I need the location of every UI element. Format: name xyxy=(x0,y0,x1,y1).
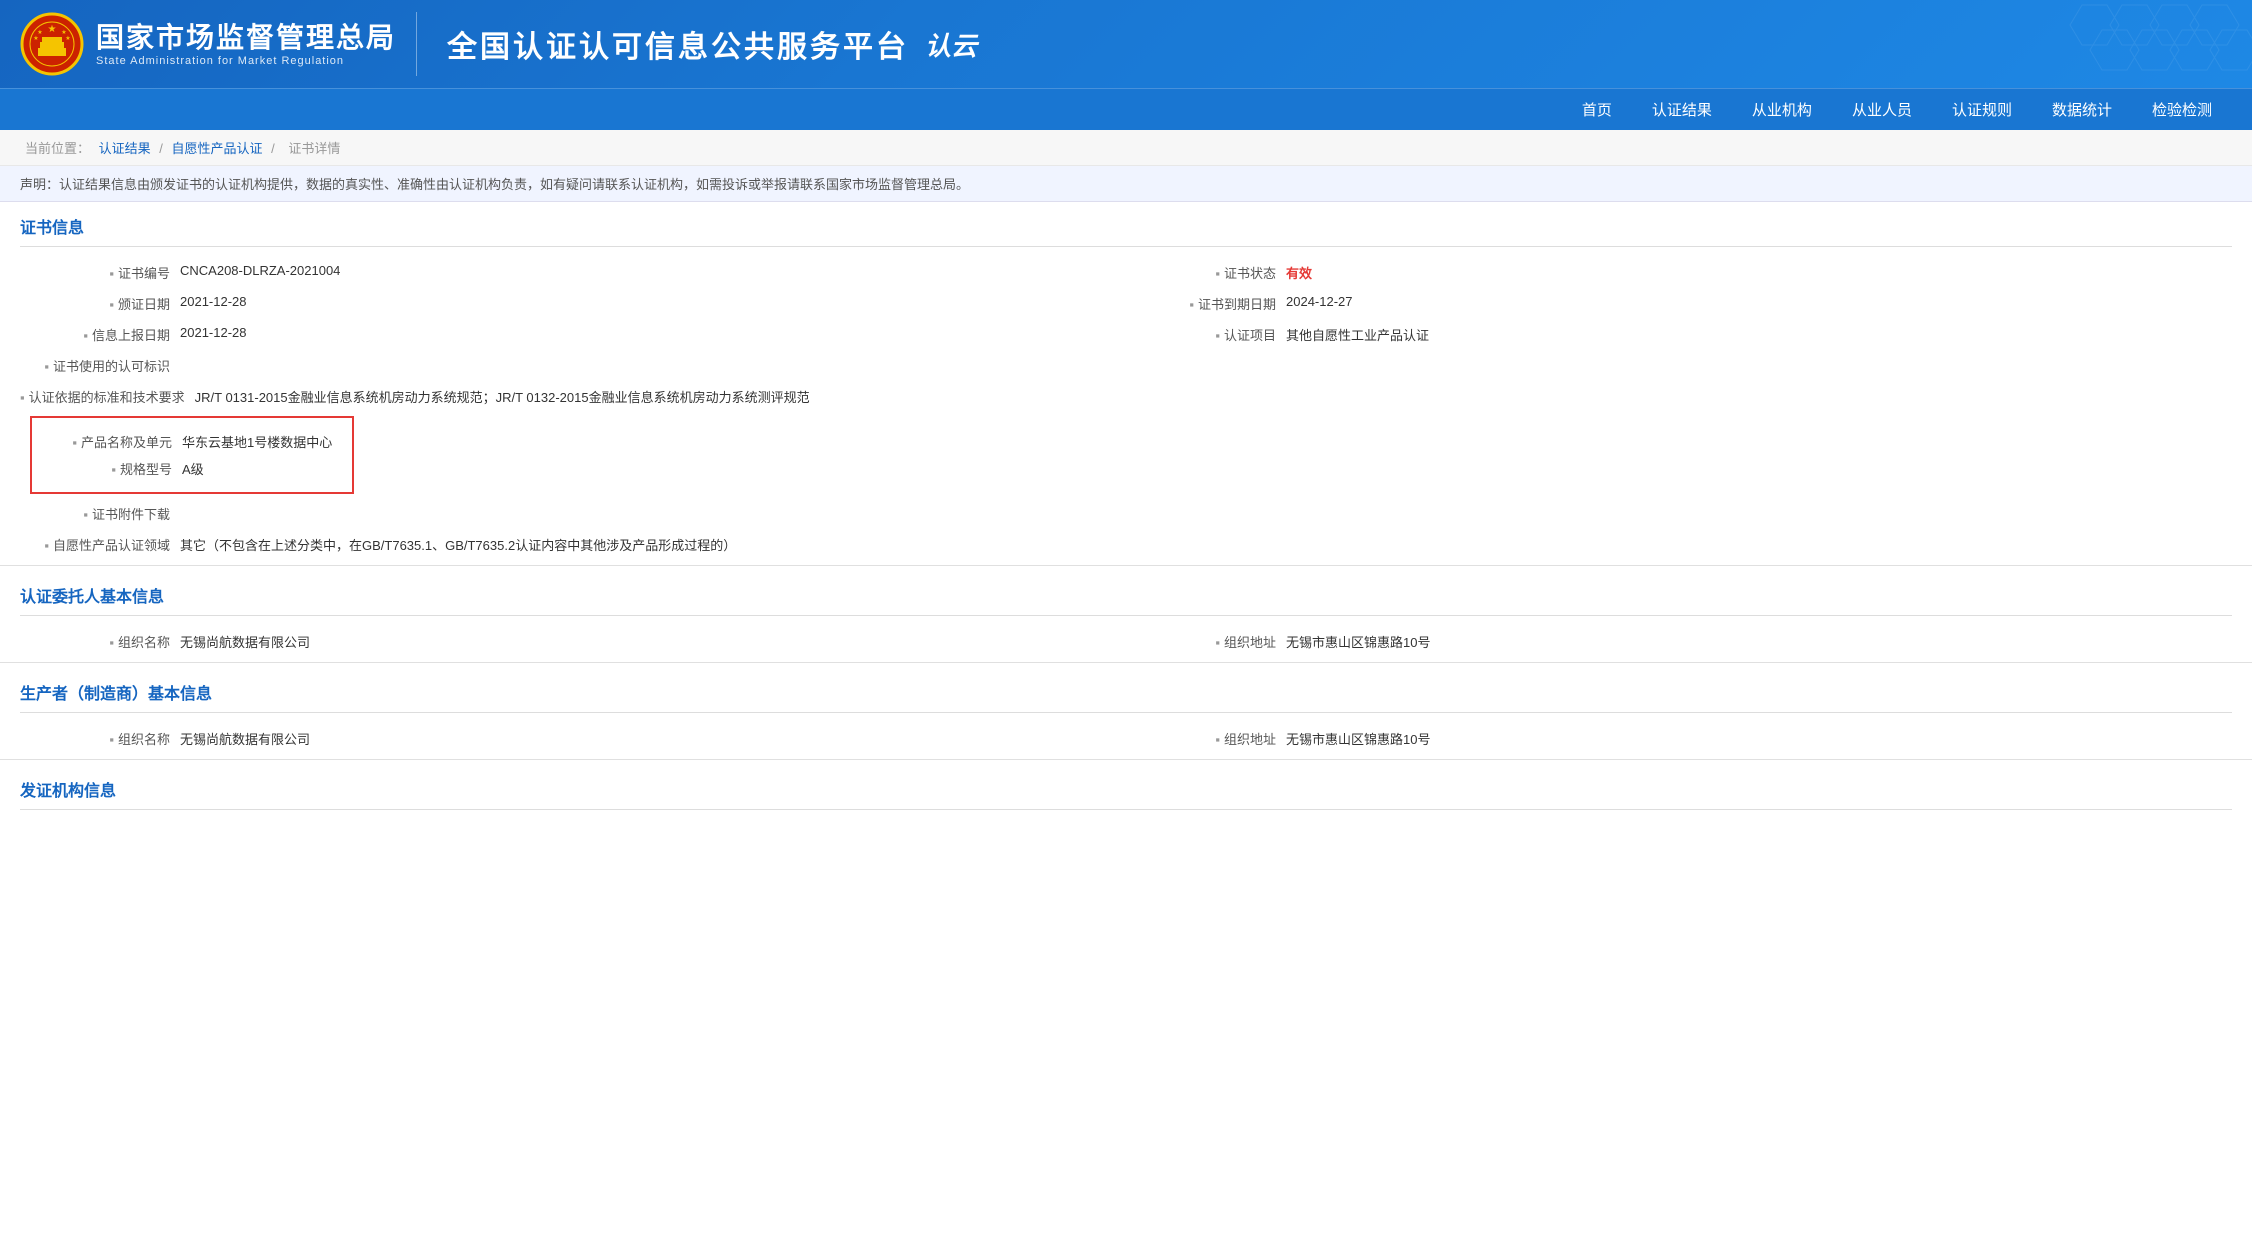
product-name-label: 产品名称及单元 xyxy=(52,432,182,451)
product-name-value: 华东云基地1号楼数据中心 xyxy=(182,432,332,451)
cert-status-label: 证书状态 xyxy=(1126,263,1286,282)
notice-text: 声明：认证结果信息由颁发证书的认证机构提供，数据的真实性、准确性由认证机构负责，… xyxy=(20,177,969,192)
client-row-1: 组织名称 无锡尚航数据有限公司 组织地址 无锡市惠山区锦惠路10号 xyxy=(20,626,2232,657)
attachment-label: 证书附件下载 xyxy=(20,504,180,523)
manufacturer-row-1: 组织名称 无锡尚航数据有限公司 组织地址 无锡市惠山区锦惠路10号 xyxy=(20,723,2232,754)
cert-row-4: 证书使用的认可标识 xyxy=(20,350,2232,381)
highlight-box: 产品名称及单元 华东云基地1号楼数据中心 规格型号 A级 xyxy=(30,416,354,494)
manufacturer-name-value: 无锡尚航数据有限公司 xyxy=(180,729,1126,748)
nav-rules[interactable]: 认证规则 xyxy=(1932,89,2032,130)
spec-value: A级 xyxy=(182,459,332,478)
expire-date-value: 2024-12-27 xyxy=(1286,294,2232,309)
issuer-section: 发证机构信息 xyxy=(0,765,2252,810)
cert-row-2: 颁证日期 2021-12-28 证书到期日期 2024-12-27 xyxy=(20,288,2232,319)
issue-date-label: 颁证日期 xyxy=(20,294,180,313)
issue-date-pair: 颁证日期 2021-12-28 xyxy=(20,288,1126,319)
issue-date-value: 2021-12-28 xyxy=(180,294,1126,309)
highlight-container: 产品名称及单元 华东云基地1号楼数据中心 规格型号 A级 xyxy=(20,416,2232,494)
breadcrumb-sep-2: / xyxy=(271,141,278,156)
cert-row-attachment: 证书附件下载 xyxy=(20,498,2232,529)
manufacturer-address-pair: 组织地址 无锡市惠山区锦惠路10号 xyxy=(1126,723,2232,754)
breadcrumb-item-2[interactable]: 自愿性产品认证 xyxy=(172,141,263,156)
divider-1 xyxy=(0,565,2252,566)
client-address-label: 组织地址 xyxy=(1126,632,1286,651)
divider-3 xyxy=(0,759,2252,760)
header: ★ ★ ★ ★ ★ 国家市场监督管理总局 State Administratio… xyxy=(0,0,2252,88)
cert-row-1: 证书编号 CNCA208-DLRZA-2021004 证书状态 有效 xyxy=(20,257,2232,288)
cert-project-label: 认证项目 xyxy=(1126,325,1286,344)
client-section: 认证委托人基本信息 组织名称 无锡尚航数据有限公司 组织地址 无锡市惠山区锦惠路… xyxy=(0,571,2252,657)
cert-row-5: 认证依据的标准和技术要求 JR/T 0131-2015金融业信息系统机房动力系统… xyxy=(20,381,2232,412)
cert-project-value: 其他自愿性工业产品认证 xyxy=(1286,325,2232,344)
nav-cert-result[interactable]: 认证结果 xyxy=(1632,89,1732,130)
breadcrumb-item-1[interactable]: 认证结果 xyxy=(99,141,151,156)
manufacturer-address-label: 组织地址 xyxy=(1126,729,1286,748)
report-date-label: 信息上报日期 xyxy=(20,325,180,344)
client-address-value: 无锡市惠山区锦惠路10号 xyxy=(1286,632,2232,651)
accreditation-label: 证书使用的认可标识 xyxy=(20,356,180,375)
domain-value: 其它（不包含在上述分类中，在GB/T7635.1、GB/T7635.2认证内容中… xyxy=(180,535,2232,554)
navbar: 首页 认证结果 从业机构 从业人员 认证规则 数据统计 检验检测 xyxy=(0,88,2252,130)
domain-label: 自愿性产品认证领域 xyxy=(20,535,180,554)
standard-label: 认证依据的标准和技术要求 xyxy=(20,387,195,406)
client-address-pair: 组织地址 无锡市惠山区锦惠路10号 xyxy=(1126,626,2232,657)
cert-row-3: 信息上报日期 2021-12-28 认证项目 其他自愿性工业产品认证 xyxy=(20,319,2232,350)
nav-stats[interactable]: 数据统计 xyxy=(2032,89,2132,130)
svg-text:★: ★ xyxy=(37,29,42,36)
svg-text:★: ★ xyxy=(61,29,66,36)
breadcrumb-item-3: 证书详情 xyxy=(288,141,340,156)
platform-text: 全国认证认可信息公共服务平台 xyxy=(447,22,909,66)
svg-text:★: ★ xyxy=(48,24,57,35)
org-title-en: State Administration for Market Regulati… xyxy=(96,55,396,67)
client-name-pair: 组织名称 无锡尚航数据有限公司 xyxy=(20,626,1126,657)
nav-personnel[interactable]: 从业人员 xyxy=(1832,89,1932,130)
notice-bar: 声明：认证结果信息由颁发证书的认证机构提供，数据的真实性、准确性由认证机构负责，… xyxy=(0,166,2252,202)
manufacturer-section-title: 生产者（制造商）基本信息 xyxy=(20,668,2232,713)
report-date-pair: 信息上报日期 2021-12-28 xyxy=(20,319,1126,350)
nav-inspect[interactable]: 检验检测 xyxy=(2132,89,2232,130)
nav-org[interactable]: 从业机构 xyxy=(1732,89,1832,130)
cert-status-value: 有效 xyxy=(1286,263,2232,282)
manufacturer-section: 生产者（制造商）基本信息 组织名称 无锡尚航数据有限公司 组织地址 无锡市惠山区… xyxy=(0,668,2252,754)
issuer-section-title: 发证机构信息 xyxy=(20,765,2232,810)
client-name-label: 组织名称 xyxy=(20,632,180,651)
cert-row-domain: 自愿性产品认证领域 其它（不包含在上述分类中，在GB/T7635.1、GB/T7… xyxy=(20,529,2232,560)
national-emblem: ★ ★ ★ ★ ★ xyxy=(20,12,84,76)
divider-2 xyxy=(0,662,2252,663)
cert-section-title: 证书信息 xyxy=(20,202,2232,247)
cert-status-pair: 证书状态 有效 xyxy=(1126,257,2232,288)
standard-value: JR/T 0131-2015金融业信息系统机房动力系统规范；JR/T 0132-… xyxy=(195,387,2232,406)
client-section-title: 认证委托人基本信息 xyxy=(20,571,2232,616)
cert-project-pair: 认证项目 其他自愿性工业产品认证 xyxy=(1126,319,2232,350)
client-name-value: 无锡尚航数据有限公司 xyxy=(180,632,1126,651)
cert-number-value: CNCA208-DLRZA-2021004 xyxy=(180,263,1126,278)
logo-area: ★ ★ ★ ★ ★ 国家市场监督管理总局 State Administratio… xyxy=(20,12,417,76)
expire-date-pair: 证书到期日期 2024-12-27 xyxy=(1126,288,2232,319)
svg-text:★: ★ xyxy=(65,35,70,42)
platform-logo: 认云 xyxy=(925,26,977,63)
svg-text:★: ★ xyxy=(33,35,38,42)
manufacturer-address-value: 无锡市惠山区锦惠路10号 xyxy=(1286,729,2232,748)
manufacturer-name-label: 组织名称 xyxy=(20,729,180,748)
cert-number-pair: 证书编号 CNCA208-DLRZA-2021004 xyxy=(20,257,1126,288)
cert-section: 证书信息 证书编号 CNCA208-DLRZA-2021004 证书状态 有效 … xyxy=(0,202,2252,560)
product-name-row: 产品名称及单元 华东云基地1号楼数据中心 xyxy=(52,428,332,455)
breadcrumb: 当前位置： 认证结果 / 自愿性产品认证 / 证书详情 xyxy=(0,130,2252,166)
report-date-value: 2021-12-28 xyxy=(180,325,1126,340)
spec-label: 规格型号 xyxy=(52,459,182,478)
platform-area: 全国认证认可信息公共服务平台 认云 xyxy=(447,22,977,66)
expire-date-label: 证书到期日期 xyxy=(1126,294,1286,313)
nav-home[interactable]: 首页 xyxy=(1562,89,1632,130)
breadcrumb-sep-1: / xyxy=(159,141,166,156)
org-title-cn: 国家市场监督管理总局 xyxy=(96,21,396,55)
cert-number-label: 证书编号 xyxy=(20,263,180,282)
spec-row: 规格型号 A级 xyxy=(52,455,332,482)
manufacturer-name-pair: 组织名称 无锡尚航数据有限公司 xyxy=(20,723,1126,754)
hexagon-decoration xyxy=(2052,0,2252,80)
breadcrumb-prefix: 当前位置： xyxy=(25,141,90,156)
